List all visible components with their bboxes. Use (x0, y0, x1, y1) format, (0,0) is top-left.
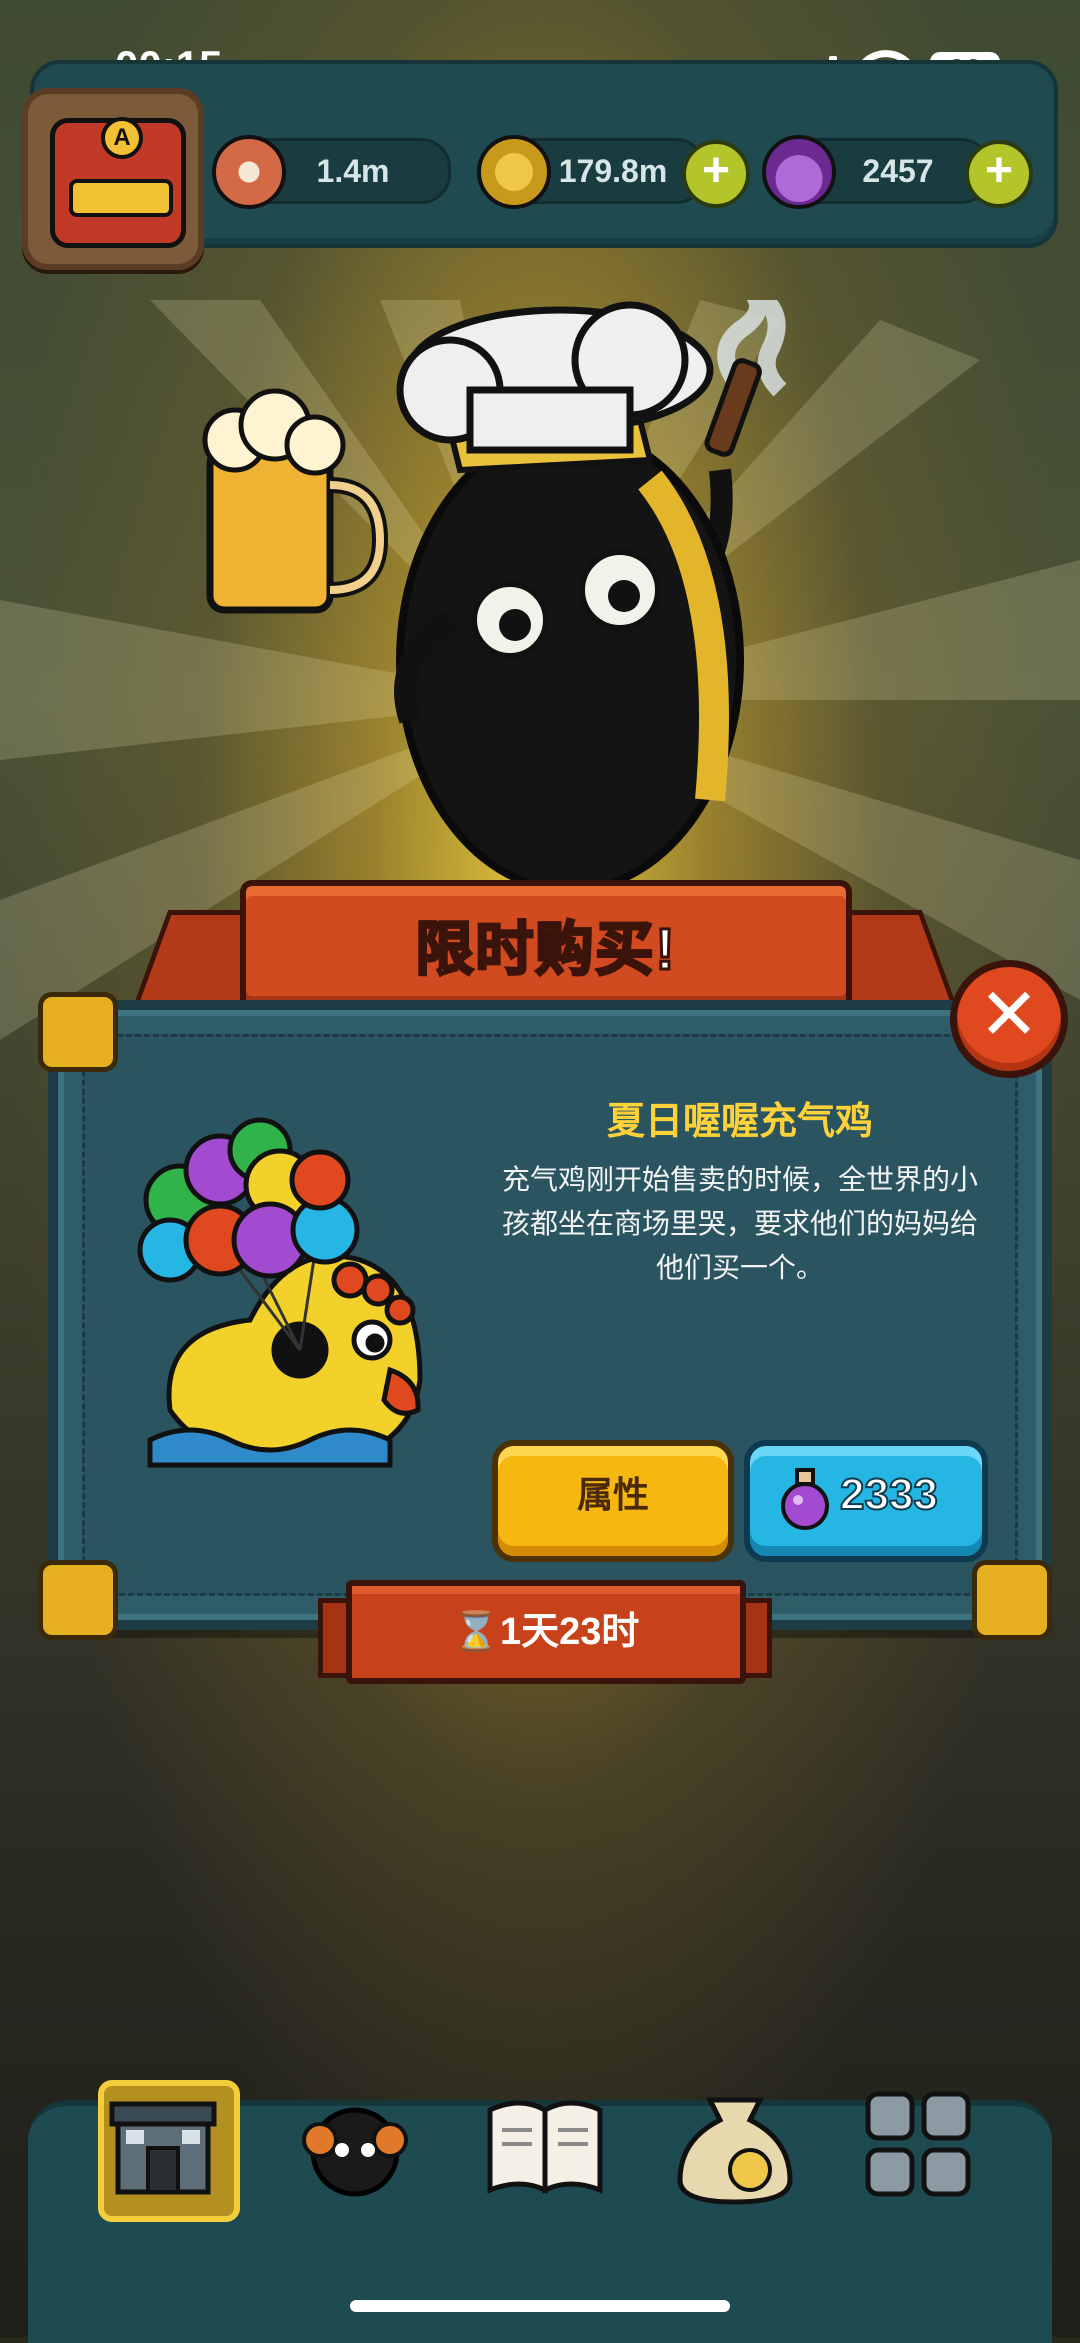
money-bag-icon (677, 2097, 793, 2205)
avatar-face: A (50, 117, 186, 248)
resource-potions-value: 2457 (862, 153, 934, 189)
item-description: 充气鸡刚开始售卖的时候，全世界的小孩都坐在商场里哭，要求他们的妈妈给他们买一个。 (501, 1164, 978, 1283)
attributes-button[interactable]: 属性 (492, 1440, 734, 1562)
limited-offer-ribbon: 限时购买! (131, 870, 959, 1012)
resource-eyeballs: 1.4m (212, 135, 451, 209)
player-avatar[interactable]: A (22, 88, 204, 270)
nav-more[interactable] (860, 2080, 990, 2210)
monster-icon (302, 2107, 408, 2197)
home-indicator[interactable] (350, 2300, 730, 2312)
nav-building[interactable] (98, 2080, 240, 2222)
building-icon (109, 2101, 217, 2195)
avatar-teeth (69, 179, 173, 217)
resource-eyeballs-value: 1.4m (316, 153, 390, 189)
book-icon (487, 2100, 603, 2194)
resource-coins-value: 179.8m (558, 153, 668, 189)
hourglass-icon: ⌛ (452, 1611, 500, 1653)
grid-icon (865, 2091, 971, 2197)
timer-value: 1天23时 (499, 1611, 640, 1653)
inflatable-chicken-item-image (137, 1117, 423, 1468)
dialog-corner-bottom-left (38, 1560, 118, 1640)
close-button[interactable]: ✕ (950, 960, 1068, 1078)
nav-monsters[interactable] (290, 2080, 420, 2210)
ribbon-body: 限时购买! (240, 880, 852, 1012)
dialog-corner-top-left (38, 992, 118, 1072)
add-potions-button[interactable]: + (965, 140, 1033, 208)
resource-coins: 179.8m (477, 135, 706, 209)
avatar-letter: A (101, 117, 143, 159)
dialog-corner-bottom-right (972, 1560, 1052, 1640)
nav-book[interactable] (480, 2080, 610, 2210)
offer-timer: ⌛1天23时 (346, 1580, 746, 1684)
offer-banner-title: 限时购买! (414, 916, 677, 984)
buy-button[interactable]: 2333 (744, 1440, 988, 1562)
resource-potions: 2457 (762, 135, 991, 209)
item-title: 夏日喔喔充气鸡 (606, 1101, 873, 1143)
chef-blob-character (202, 300, 787, 894)
nav-shop[interactable] (670, 2080, 800, 2210)
price-value: 2333 (839, 1469, 939, 1520)
add-coins-button[interactable]: + (682, 140, 750, 208)
potion-icon (781, 1468, 829, 1530)
